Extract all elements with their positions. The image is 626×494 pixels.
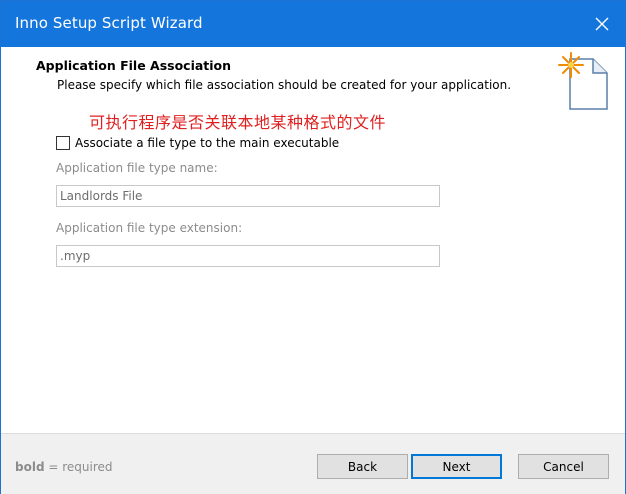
wizard-document-icon xyxy=(558,52,608,110)
back-button[interactable]: Back xyxy=(317,454,408,479)
close-button[interactable] xyxy=(581,3,623,45)
associate-checkbox[interactable] xyxy=(56,136,70,150)
cancel-button[interactable]: Cancel xyxy=(518,454,609,479)
file-type-name-label: Application file type name: xyxy=(56,161,218,175)
title-bar: Inno Setup Script Wizard xyxy=(1,1,625,47)
wizard-footer: bold = required Back Next Cancel xyxy=(1,433,625,494)
file-type-extension-label: Application file type extension: xyxy=(56,221,243,235)
file-type-name-input[interactable]: Landlords File xyxy=(56,185,440,207)
window-title: Inno Setup Script Wizard xyxy=(15,14,203,32)
associate-checkbox-row[interactable]: Associate a file type to the main execut… xyxy=(56,136,339,150)
wizard-page: Application File Association Please spec… xyxy=(1,47,625,433)
associate-checkbox-label[interactable]: Associate a file type to the main execut… xyxy=(75,136,339,150)
required-bold-text: bold xyxy=(15,460,45,474)
next-button[interactable]: Next xyxy=(411,454,502,479)
page-description: Please specify which file association sh… xyxy=(57,78,512,92)
page-title: Application File Association xyxy=(36,58,232,73)
close-icon xyxy=(595,17,609,31)
wizard-window: Inno Setup Script Wizard Application Fil… xyxy=(0,0,626,494)
required-suffix-text: = required xyxy=(44,460,113,474)
file-type-extension-input[interactable]: .myp xyxy=(56,245,440,267)
annotation-note: 可执行程序是否关联本地某种格式的文件 xyxy=(89,113,387,132)
required-note: bold = required xyxy=(15,460,113,474)
